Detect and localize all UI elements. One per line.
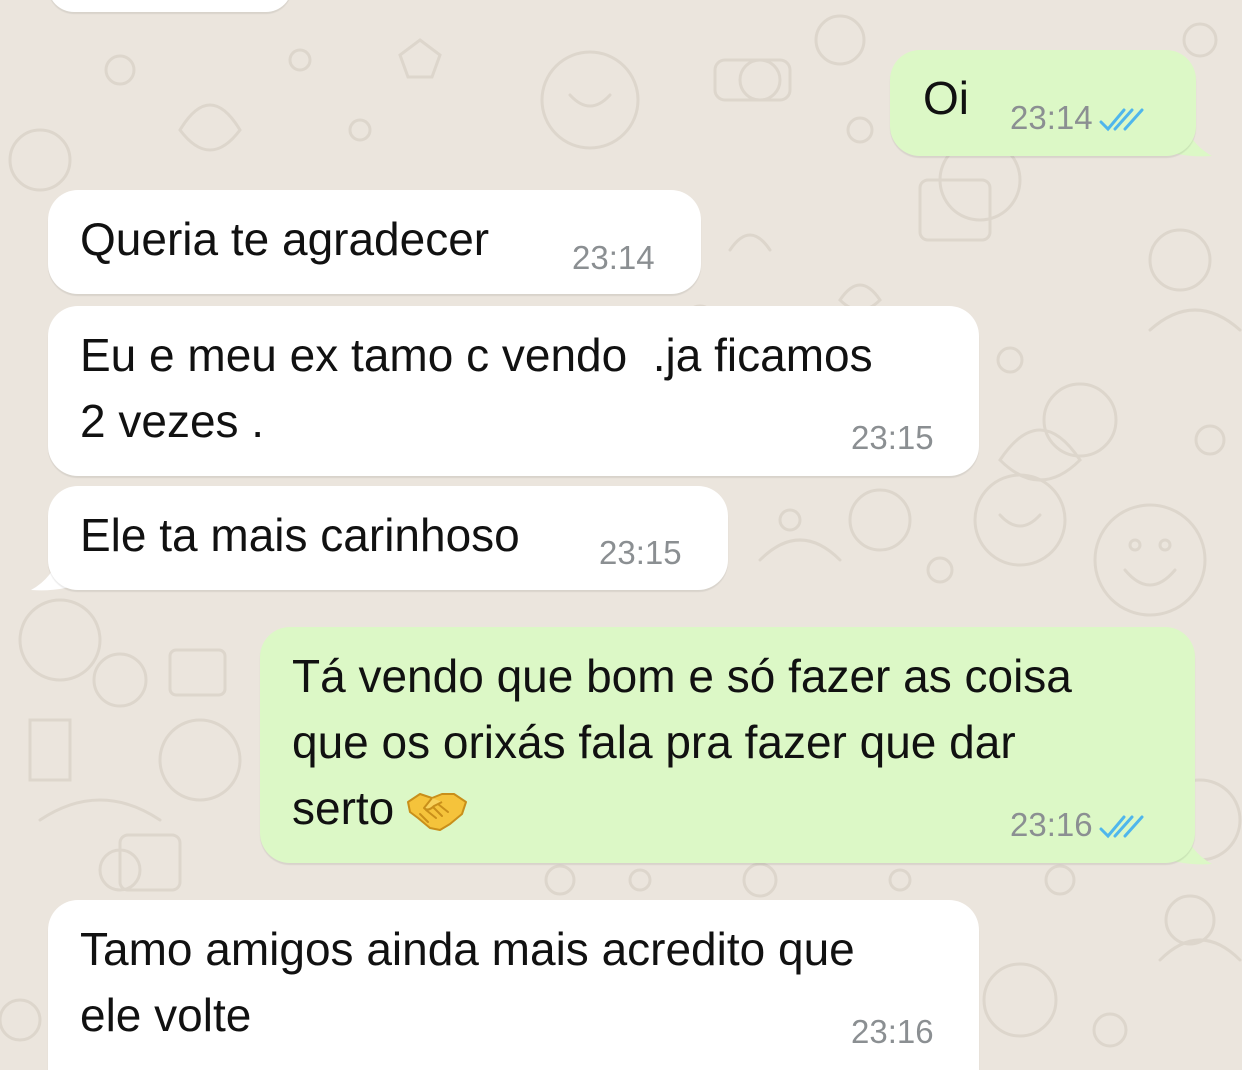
message-bubble-incoming[interactable]: Tamo amigos ainda mais acredito que ele … bbox=[48, 900, 979, 1070]
message-meta: 23:14 bbox=[1010, 98, 1145, 138]
message-time: 23:15 bbox=[851, 419, 934, 456]
message-bubble-outgoing[interactable]: Oi 23:14 bbox=[890, 50, 1196, 156]
message-text: Ele ta mais carinhoso bbox=[80, 509, 520, 561]
message-time: 23:14 bbox=[1010, 99, 1093, 136]
message-time: 23:16 bbox=[1010, 806, 1093, 843]
message-bubble-incoming[interactable]: Ele ta mais carinhoso 23:15 bbox=[48, 486, 728, 590]
message-text: Oi bbox=[923, 72, 969, 124]
message-bubble-incoming-partial[interactable] bbox=[48, 0, 292, 12]
message-text-line: ele volte bbox=[80, 989, 252, 1041]
message-text-line: 2 vezes . bbox=[80, 395, 265, 447]
message-bubble-incoming[interactable]: Eu e meu ex tamo c vendo .ja ficamos 2 v… bbox=[48, 306, 979, 476]
message-text: Queria te agradecer bbox=[80, 213, 490, 265]
read-receipt-icon bbox=[1099, 108, 1144, 132]
handshake-emoji bbox=[407, 793, 468, 831]
read-receipt-icon bbox=[1099, 815, 1144, 839]
message-text-line: Tamo amigos ainda mais acredito que bbox=[80, 923, 855, 975]
message-bubble-outgoing[interactable]: Tá vendo que bom e só fazer as coisa que… bbox=[260, 627, 1195, 863]
message-time: 23:15 bbox=[599, 534, 682, 571]
message-text-line: serto bbox=[292, 775, 468, 841]
message-text-line: Tá vendo que bom e só fazer as coisa bbox=[292, 650, 1072, 702]
message-text-line: que os orixás fala pra fazer que dar bbox=[292, 716, 1016, 768]
message-time: 23:14 bbox=[572, 239, 655, 276]
message-bubble-incoming[interactable]: Queria te agradecer 23:14 bbox=[48, 190, 701, 294]
message-text-line: Eu e meu ex tamo c vendo .ja ficamos bbox=[80, 329, 873, 381]
message-time: 23:16 bbox=[851, 1013, 934, 1050]
message-text-line-content: serto bbox=[292, 782, 395, 834]
message-meta: 23:16 bbox=[1010, 805, 1145, 845]
